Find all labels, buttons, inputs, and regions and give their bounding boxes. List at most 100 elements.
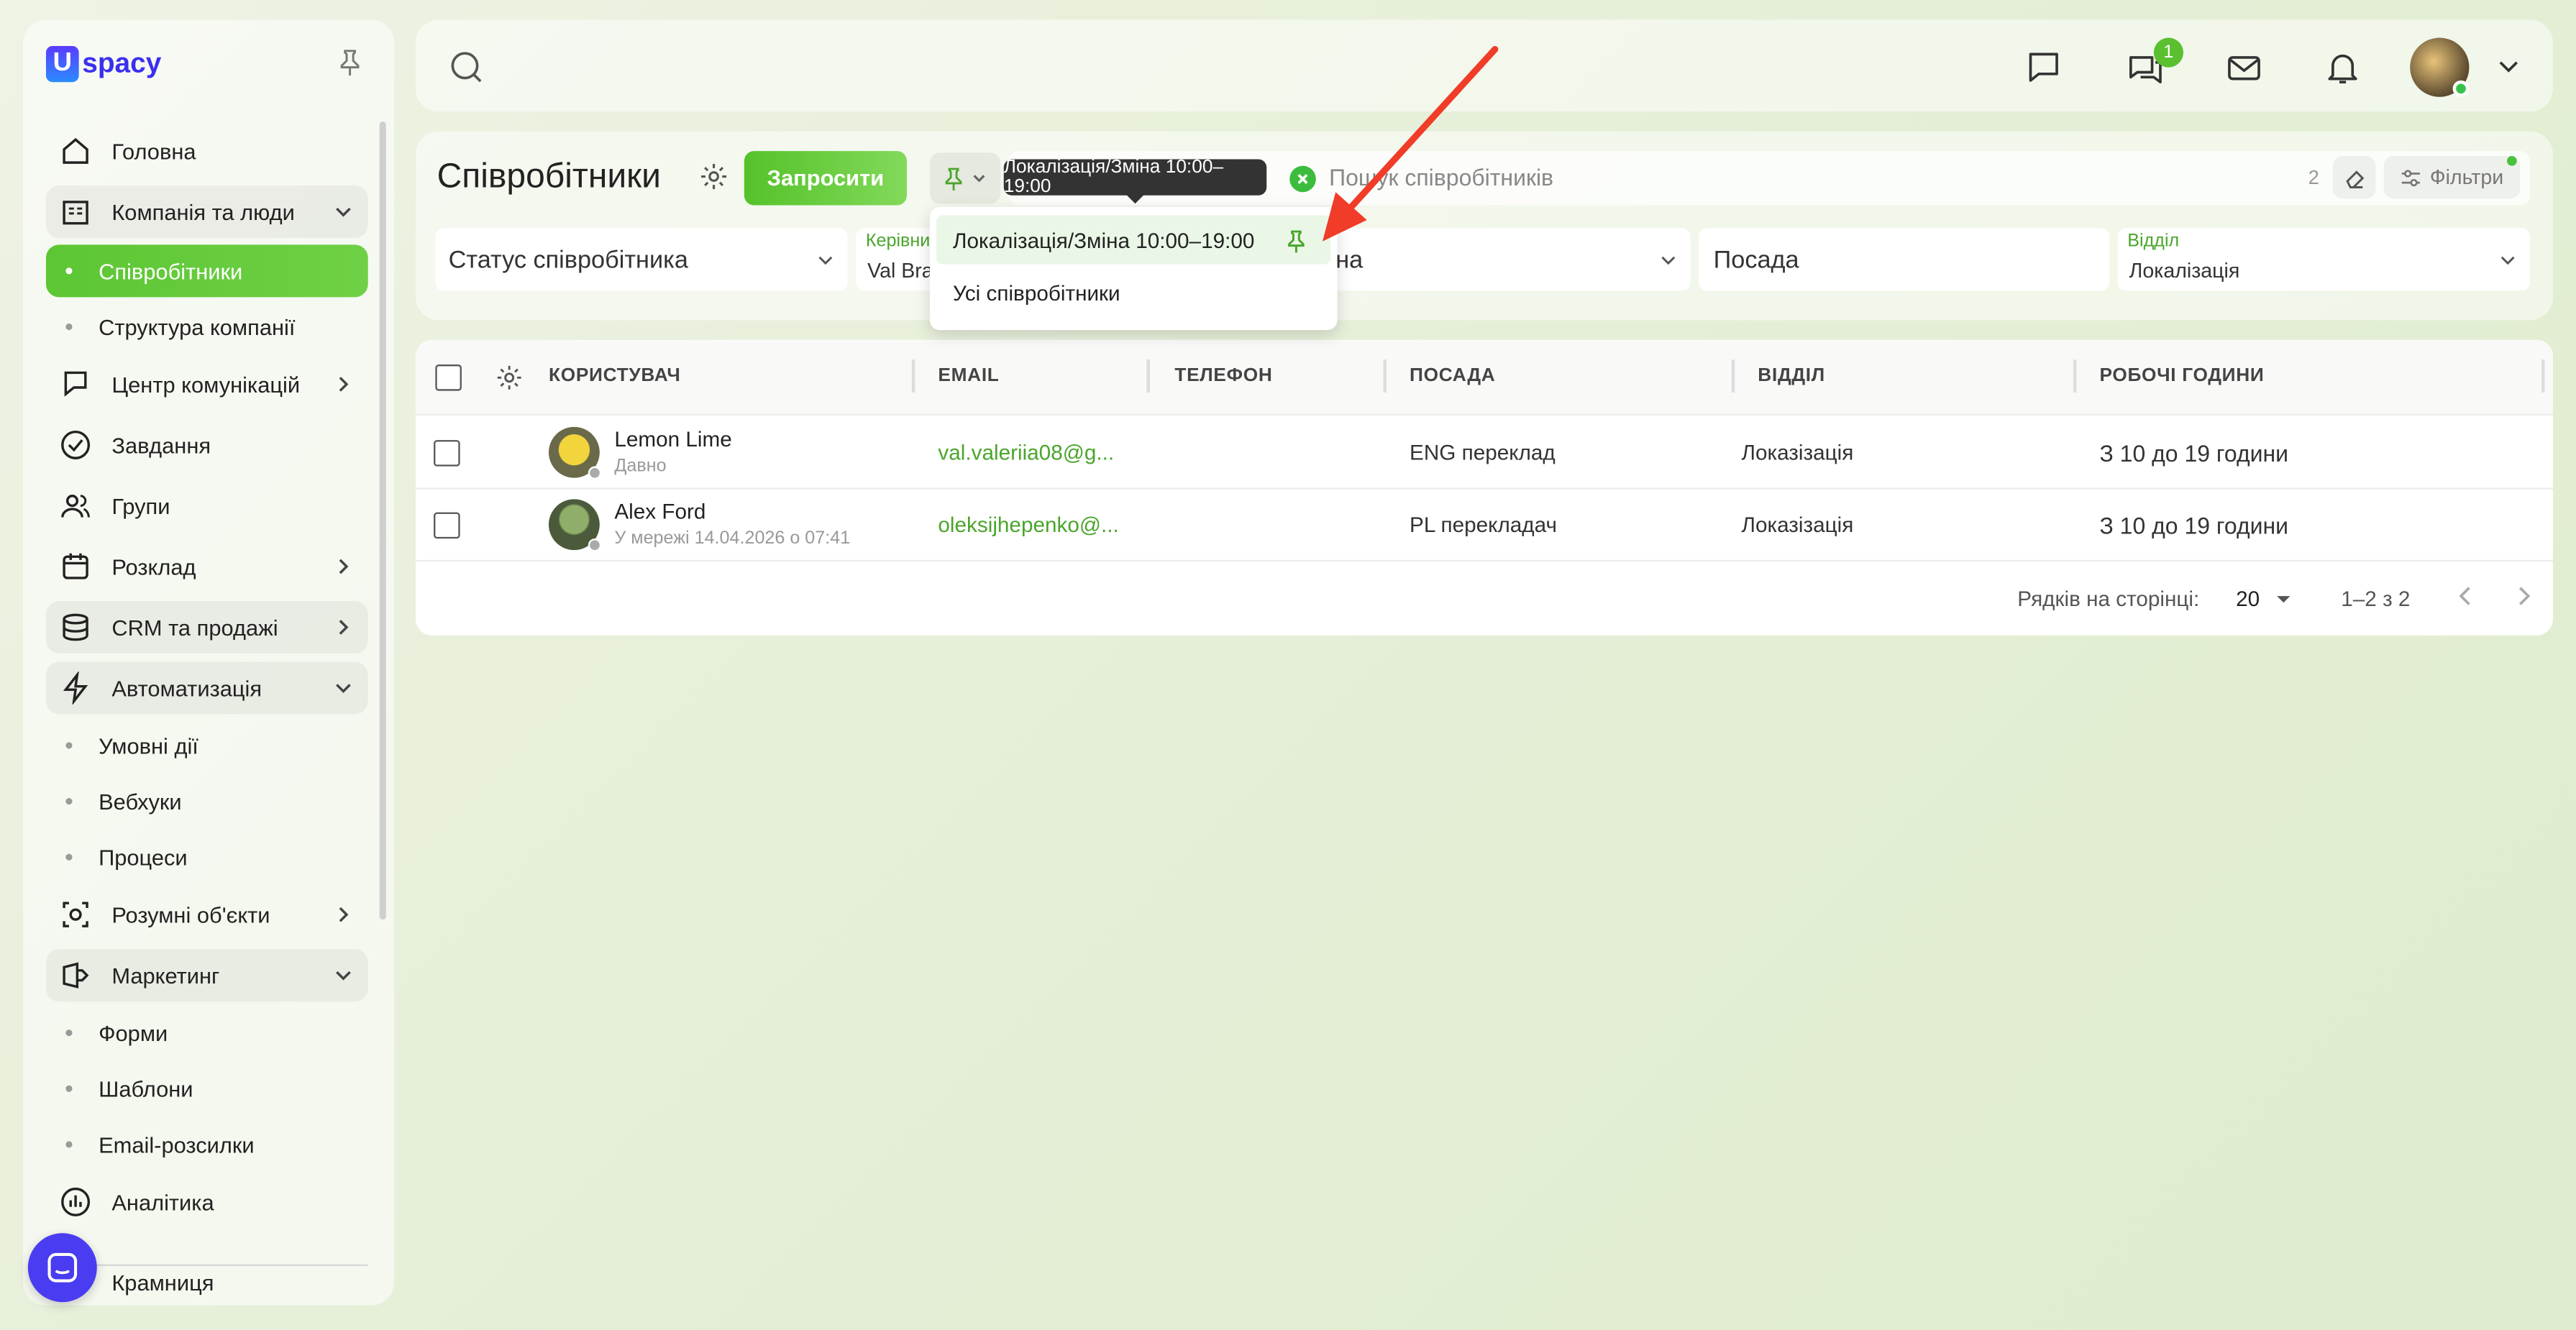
- user-last-seen: У мережі 14.04.2026 о 07:41: [614, 528, 851, 549]
- mail-icon[interactable]: [2226, 50, 2262, 86]
- support-chat-button[interactable]: [27, 1233, 97, 1303]
- sidebar-item-processes[interactable]: Процеси: [46, 831, 368, 884]
- sidebar-item-communication-center[interactable]: Центр комунікацій: [46, 358, 368, 411]
- column-divider[interactable]: [1731, 359, 1735, 393]
- select-all-checkbox[interactable]: [435, 364, 462, 391]
- sidebar-item-analytics[interactable]: Аналітика: [46, 1175, 368, 1228]
- sidebar-item-conditional-actions[interactable]: Умовні дії: [46, 719, 368, 771]
- sidebar-item-schedule[interactable]: Розклад: [46, 540, 368, 592]
- sidebar-item-crm[interactable]: CRM та продажі: [45, 600, 368, 654]
- bullet-icon: [65, 1141, 73, 1148]
- department-filter-value: Локалізація: [2129, 259, 2240, 283]
- eraser-icon: [2345, 170, 2364, 188]
- sidebar-nav: Головна Компанія та люди Співробітники С…: [45, 121, 368, 1306]
- user-name[interactable]: Lemon Lime: [614, 427, 731, 451]
- search-input[interactable]: Пошук співробітників: [1329, 164, 1553, 191]
- chevron-down-icon: [818, 256, 833, 265]
- row-checkbox[interactable]: [434, 440, 460, 467]
- column-header-department[interactable]: ВІДДІЛ: [1758, 366, 1825, 385]
- column-divider[interactable]: [2073, 359, 2077, 393]
- sidebar-item-label: CRM та продажі: [111, 615, 278, 640]
- employees-table: КОРИСТУВАЧ EMAIL ТЕЛЕФОН ПОСАДА ВІДДІЛ Р…: [415, 339, 2553, 636]
- preset-option-all-employees[interactable]: Усі співробітники: [953, 281, 1120, 306]
- table-row[interactable]: Lemon Lime Давно val.valeriia08@g... ENG…: [415, 417, 2553, 490]
- column-divider[interactable]: [1146, 359, 1151, 393]
- logo-mark: U: [45, 45, 79, 83]
- user-avatar[interactable]: [2410, 37, 2470, 97]
- sidebar-item-automation[interactable]: Автоматизація: [45, 661, 368, 715]
- user-email[interactable]: oleksijhepenko@...: [938, 513, 1118, 537]
- column-divider[interactable]: [2541, 359, 2545, 393]
- manager-filter-label: Керівни: [865, 231, 931, 252]
- column-divider[interactable]: [1383, 359, 1387, 393]
- column-divider[interactable]: [911, 359, 915, 393]
- column-header-position[interactable]: ПОСАДА: [1410, 366, 1495, 385]
- app-logo[interactable]: U spacy: [45, 45, 161, 83]
- chevron-down-icon[interactable]: [2495, 52, 2531, 88]
- sidebar-item-label: Аналітика: [111, 1189, 214, 1215]
- sidebar-item-templates[interactable]: Шаблони: [46, 1063, 368, 1115]
- online-indicator: [2452, 80, 2470, 97]
- chevron-right-icon: [339, 559, 349, 574]
- shift-filter-select[interactable]: на: [1329, 228, 1691, 291]
- department-filter-select[interactable]: Відділ Локалізація: [2117, 228, 2530, 291]
- sidebar-item-marketing[interactable]: Маркетинг: [45, 949, 368, 1002]
- user-working-hours: З 10 до 19 години: [2099, 512, 2289, 539]
- analytics-icon: [59, 1185, 92, 1219]
- position-filter-select[interactable]: Посада: [1699, 228, 2110, 291]
- sidebar-item-company[interactable]: Компанія та люди: [45, 185, 368, 239]
- column-header-email[interactable]: EMAIL: [938, 366, 999, 385]
- sidebar-item-email-campaigns[interactable]: Email-розсилки: [46, 1118, 368, 1170]
- department-filter-label: Відділ: [2127, 231, 2180, 252]
- sidebar-item-webhooks[interactable]: Вебхуки: [46, 775, 368, 827]
- sidebar-item-label: Співробітники: [99, 258, 243, 283]
- messages-icon[interactable]: [2026, 50, 2062, 86]
- preset-dropdown: Локалізація/Зміна 10:00–19:00 Усі співро…: [929, 206, 1338, 331]
- chevron-right-icon: [339, 907, 349, 922]
- column-header-phone[interactable]: ТЕЛЕФОН: [1174, 366, 1272, 385]
- user-email[interactable]: val.valeriia08@g...: [938, 440, 1114, 464]
- sidebar-item-smart-objects[interactable]: Розумні об'єкти: [46, 889, 368, 941]
- page-title: Співробітники: [437, 157, 661, 196]
- column-header-user[interactable]: КОРИСТУВАЧ: [549, 366, 681, 385]
- sidebar-item-employees[interactable]: Співробітники: [45, 244, 368, 298]
- prev-page-icon[interactable]: [2456, 584, 2475, 613]
- sidebar-item-home[interactable]: Головна: [46, 125, 368, 178]
- clear-filters-button[interactable]: [2332, 155, 2376, 199]
- preset-option-localization-shift[interactable]: Локалізація/Зміна 10:00–19:00: [953, 228, 1254, 252]
- pin-icon[interactable]: [1287, 230, 1306, 261]
- status-filter-select[interactable]: Статус співробітника: [435, 228, 848, 291]
- column-settings-icon[interactable]: [496, 364, 523, 399]
- next-page-icon[interactable]: [2513, 584, 2533, 613]
- avatar[interactable]: [548, 426, 602, 480]
- chevron-down-icon: [336, 971, 351, 981]
- sidebar-item-groups[interactable]: Групи: [46, 480, 368, 532]
- bullet-icon: [65, 1029, 73, 1037]
- table-row[interactable]: Alex Ford У мережі 14.04.2026 о 07:41 ol…: [415, 490, 2553, 562]
- sidebar-scrollbar[interactable]: [379, 121, 386, 920]
- communication-icon: [59, 368, 92, 401]
- gear-icon[interactable]: [700, 162, 728, 198]
- sidebar-item-forms[interactable]: Форми: [46, 1006, 368, 1059]
- invite-button[interactable]: Запросити: [744, 151, 907, 206]
- filters-button[interactable]: Фільтри: [2383, 155, 2521, 199]
- search-icon[interactable]: [449, 50, 485, 94]
- sidebar: U spacy Головна Компанія та люди Співроб…: [22, 19, 395, 1306]
- lightning-icon: [59, 671, 92, 705]
- pin-sidebar-icon[interactable]: [339, 50, 362, 83]
- row-checkbox[interactable]: [434, 512, 460, 539]
- chat-bubble-icon: [47, 1252, 78, 1283]
- sidebar-item-tasks[interactable]: Завдання: [46, 418, 368, 471]
- column-header-working-hours[interactable]: РОБОЧІ ГОДИНИ: [2099, 366, 2264, 385]
- clear-preset-icon[interactable]: [1289, 165, 1316, 193]
- user-name[interactable]: Alex Ford: [614, 499, 705, 523]
- preset-selector-button[interactable]: [929, 152, 1001, 204]
- sidebar-item-label: Маркетинг: [111, 963, 220, 988]
- position-filter-label: Посада: [1713, 246, 1799, 275]
- rows-per-page-select[interactable]: 20: [2236, 586, 2292, 611]
- avatar[interactable]: [548, 499, 602, 552]
- bell-icon[interactable]: [2324, 50, 2360, 86]
- sidebar-item-label: Центр комунікацій: [111, 372, 301, 397]
- bullet-icon: [65, 853, 73, 861]
- sidebar-item-company-structure[interactable]: Структура компанії: [46, 301, 368, 353]
